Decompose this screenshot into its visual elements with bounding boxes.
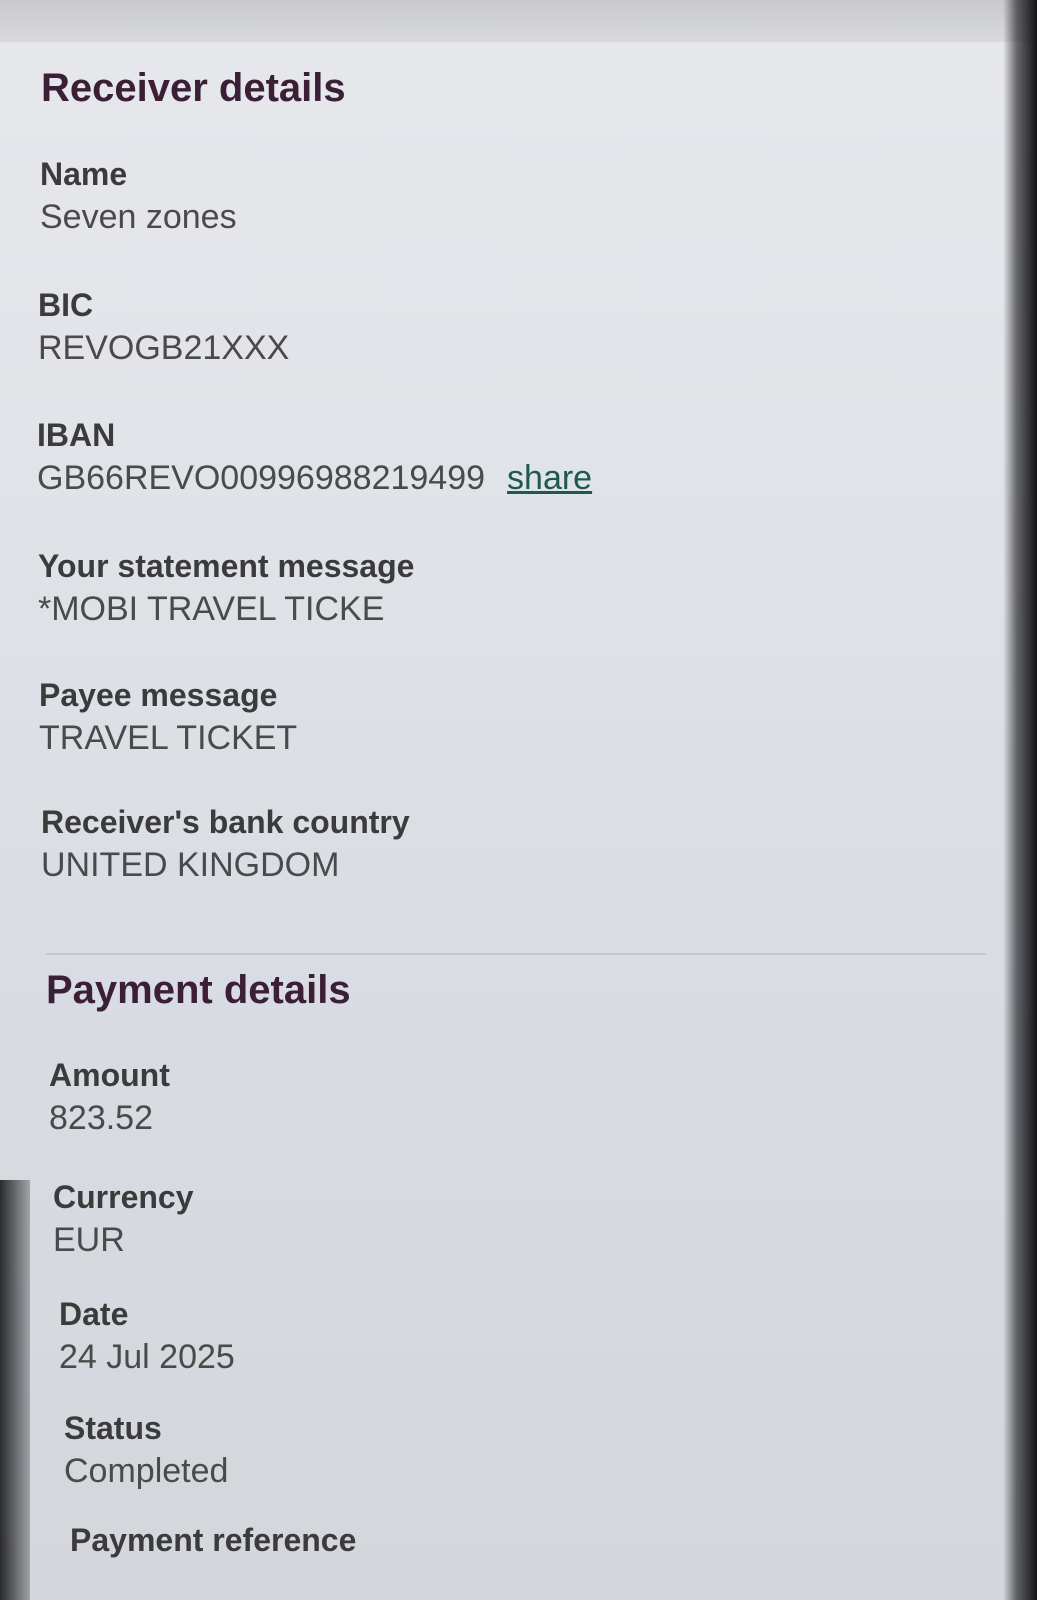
statement-message-value: *MOBI TRAVEL TICKE — [38, 590, 385, 628]
payee-message-label: Payee message — [39, 677, 278, 713]
payee-message-field: Payee message TRAVEL TICKET — [39, 675, 297, 761]
payment-reference-field: Payment reference — [70, 1520, 356, 1560]
status-label: Status — [64, 1410, 162, 1446]
bic-field: BIC REVOGB21XXX — [38, 285, 289, 371]
bank-country-field: Receiver's bank country UNITED KINGDOM — [41, 802, 410, 888]
date-value: 24 Jul 2025 — [59, 1338, 235, 1376]
amount-field: Amount 823.52 — [49, 1055, 170, 1141]
payment-details-heading: Payment details — [46, 968, 351, 1012]
amount-value: 823.52 — [49, 1099, 153, 1137]
device-bezel-left — [0, 1180, 30, 1600]
statement-message-field: Your statement message *MOBI TRAVEL TICK… — [38, 546, 414, 632]
iban-value: GB66REVO00996988219499 — [37, 459, 486, 497]
iban-field: IBAN GB66REVO00996988219499 share — [37, 415, 592, 501]
iban-row: GB66REVO00996988219499 share — [37, 455, 592, 501]
name-label: Name — [40, 156, 128, 192]
name-value: Seven zones — [40, 198, 237, 236]
bic-label: BIC — [38, 287, 94, 323]
currency-field: Currency EUR — [53, 1177, 194, 1263]
statement-message-label: Your statement message — [38, 548, 415, 584]
date-label: Date — [59, 1296, 129, 1332]
name-field: Name Seven zones — [40, 154, 237, 240]
section-divider — [46, 953, 986, 955]
currency-value: EUR — [53, 1221, 125, 1259]
payment-reference-label: Payment reference — [70, 1522, 357, 1558]
share-link[interactable]: share — [507, 459, 592, 498]
status-value: Completed — [64, 1452, 229, 1490]
device-bezel-right — [1003, 0, 1037, 1600]
amount-label: Amount — [49, 1057, 170, 1093]
receiver-details-heading: Receiver details — [41, 66, 346, 110]
bic-value: REVOGB21XXX — [38, 329, 290, 367]
currency-label: Currency — [53, 1179, 194, 1215]
bank-country-value: UNITED KINGDOM — [41, 846, 340, 884]
top-bar — [0, 0, 1037, 42]
iban-label: IBAN — [37, 417, 116, 453]
date-field: Date 24 Jul 2025 — [59, 1294, 235, 1380]
payee-message-value: TRAVEL TICKET — [39, 719, 298, 757]
payment-details-screen: Receiver details Name Seven zones BIC RE… — [0, 0, 1037, 1600]
bank-country-label: Receiver's bank country — [41, 804, 410, 840]
status-field: Status Completed — [64, 1408, 228, 1494]
